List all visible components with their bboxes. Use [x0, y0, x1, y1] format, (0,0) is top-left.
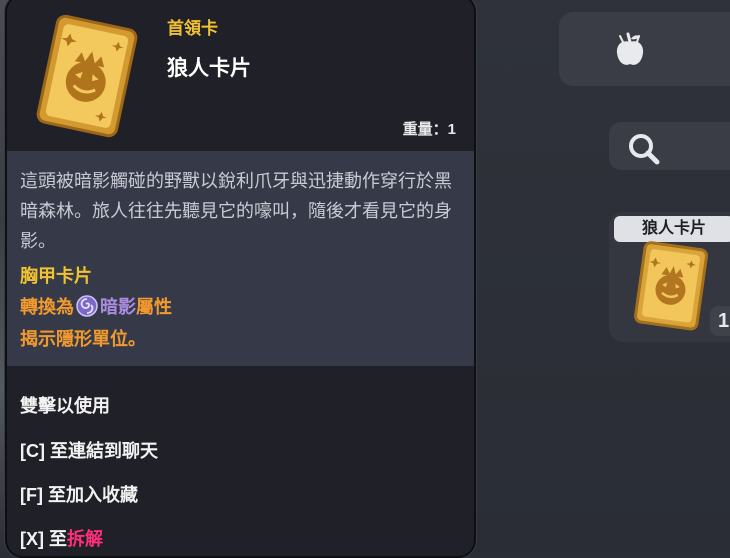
apple-icon[interactable]	[612, 30, 648, 70]
link-chat-hint: [C] 至連結到聊天	[20, 441, 158, 461]
dismantle-action: 拆解	[67, 529, 103, 549]
inventory-slot-count: 1	[710, 306, 730, 336]
convert-suffix: 屬性	[136, 297, 172, 317]
card-icon	[36, 14, 138, 138]
reveal-line: 揭示隱形單位。	[20, 329, 146, 349]
weight-value: 1	[447, 121, 456, 138]
search-icon[interactable]	[626, 131, 662, 167]
convert-line: 轉換為 暗影屬性	[20, 293, 172, 321]
dismantle-hint: [X] 至拆解	[20, 525, 103, 551]
card-type-label: 首領卡	[167, 19, 218, 38]
favorite-hint: [F] 至加入收藏	[20, 485, 138, 505]
double-click-hint: 雙擊以使用	[20, 396, 110, 416]
convert-prefix: 轉換為	[20, 297, 74, 317]
item-tooltip: 首領卡 狼人卡片 重量：1 這頭被暗影觸碰的野獸以銳利爪牙與迅捷動作穿行於黑暗森…	[5, 0, 476, 558]
shadow-element-icon	[76, 295, 98, 317]
dismantle-prefix: [X] 至	[20, 529, 67, 549]
inventory-card-icon	[634, 241, 708, 331]
weight-label: 重量：	[402, 121, 448, 138]
convert-element: 暗影	[100, 297, 136, 317]
slot-line: 胸甲卡片	[20, 266, 92, 286]
card-description: 這頭被暗影觸碰的野獸以銳利爪牙與迅捷動作穿行於黑暗森林。旅人往往先聽見它的嚎叫，…	[20, 171, 452, 251]
weight-display: 重量：1	[403, 118, 456, 139]
card-name: 狼人卡片	[167, 57, 251, 80]
